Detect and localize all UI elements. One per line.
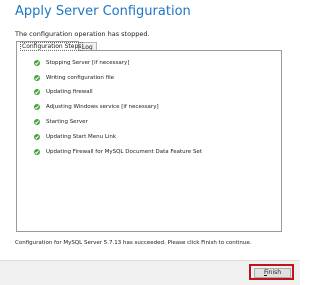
step-label: Adjusting Windows service [if necessary] [46,104,159,110]
operation-status-text: The configuration operation has stopped. [15,30,150,38]
success-message: Configuration for MySQL Server 5.7.13 ha… [15,240,252,246]
step-label: Updating Start Menu Link [46,134,117,140]
tab-configuration-steps[interactable]: Configuration Steps [16,41,84,51]
check-circle-icon [34,104,40,110]
tab-configuration-steps-label: Configuration Steps [20,42,84,51]
step-item: Adjusting Windows service [if necessary] [34,102,159,112]
step-label: Starting Server [46,119,88,125]
page-title: Apply Server Configuration [15,4,191,19]
configuration-steps-panel: Stopping Server [if necessary] Writing c… [16,50,282,232]
step-item: Writing configuration file [34,73,114,83]
finish-button[interactable]: Finish [254,268,291,278]
step-label: Updating Firewall for MySQL Document Dat… [46,149,202,155]
check-circle-icon [34,134,40,140]
step-item: Starting Server [34,117,88,127]
step-label: Writing configuration file [46,75,114,81]
check-circle-icon [34,149,40,155]
check-circle-icon [34,60,40,66]
check-circle-icon [34,119,40,125]
step-label: Updating firewall [46,89,93,95]
finish-label-rest: inish [266,269,282,276]
finish-button-highlight: Finish [249,264,294,280]
check-circle-icon [34,75,40,81]
check-circle-icon [34,89,40,95]
step-item: Updating Start Menu Link [34,132,116,142]
step-item: Updating firewall [34,87,93,97]
step-item: Stopping Server [if necessary] [34,58,129,68]
step-label: Stopping Server [if necessary] [46,60,130,66]
apply-server-configuration-window: Apply Server Configuration The configura… [0,0,300,285]
step-item: Updating Firewall for MySQL Document Dat… [34,147,202,157]
